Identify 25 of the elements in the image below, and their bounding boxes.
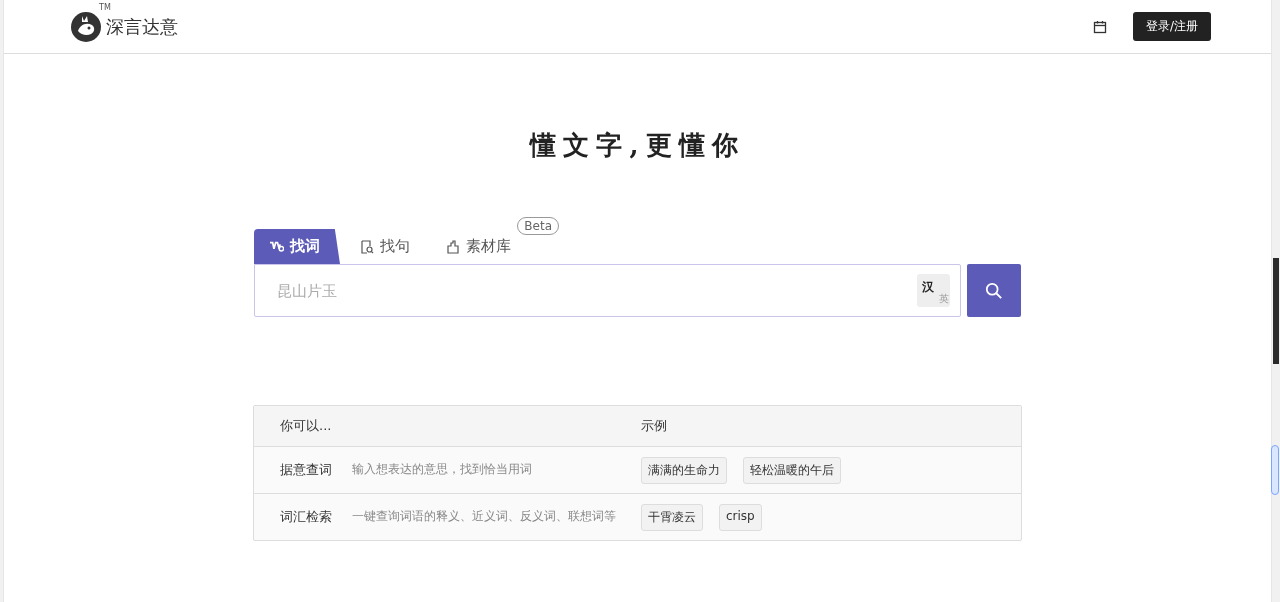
feature-name: 词汇检索 [280, 508, 332, 526]
beta-badge: Beta [517, 217, 559, 235]
feature-name: 据意查词 [280, 461, 332, 479]
example-chip[interactable]: crisp [719, 503, 762, 531]
language-toggle[interactable]: 汉 英 [917, 274, 950, 307]
trademark: TM [99, 2, 111, 12]
search-field[interactable]: 昆山片玉 汉 英 [254, 264, 961, 317]
search-icon [985, 281, 1003, 300]
column-header: 你可以... [279, 417, 333, 435]
example-chip[interactable]: 轻松温暖的午后 [743, 456, 841, 484]
calendar-icon[interactable] [1092, 19, 1107, 34]
document-search-icon [360, 239, 374, 254]
logo-icon [70, 10, 102, 43]
headline: 懂文字,更懂你 [530, 129, 745, 162]
feature-description: 输入想表达的意思，找到恰当用词 [352, 461, 532, 478]
search-tab[interactable]: 找句 [344, 229, 426, 264]
search-button[interactable] [967, 264, 1021, 317]
scrollbar-thumb[interactable] [1273, 258, 1279, 364]
example-chip[interactable]: 干霄凌云 [641, 503, 703, 531]
feature-description: 一键查询词语的释义、近义词、反义词、联想词等 [352, 508, 616, 525]
column-header: 示例 [641, 417, 667, 435]
login-button[interactable]: 登录/注册 [1132, 12, 1211, 41]
logo-text: 深言达意 [106, 14, 178, 39]
example-chip[interactable]: 满满的生命力 [641, 456, 727, 484]
search-tab[interactable]: 找词 [254, 229, 340, 264]
